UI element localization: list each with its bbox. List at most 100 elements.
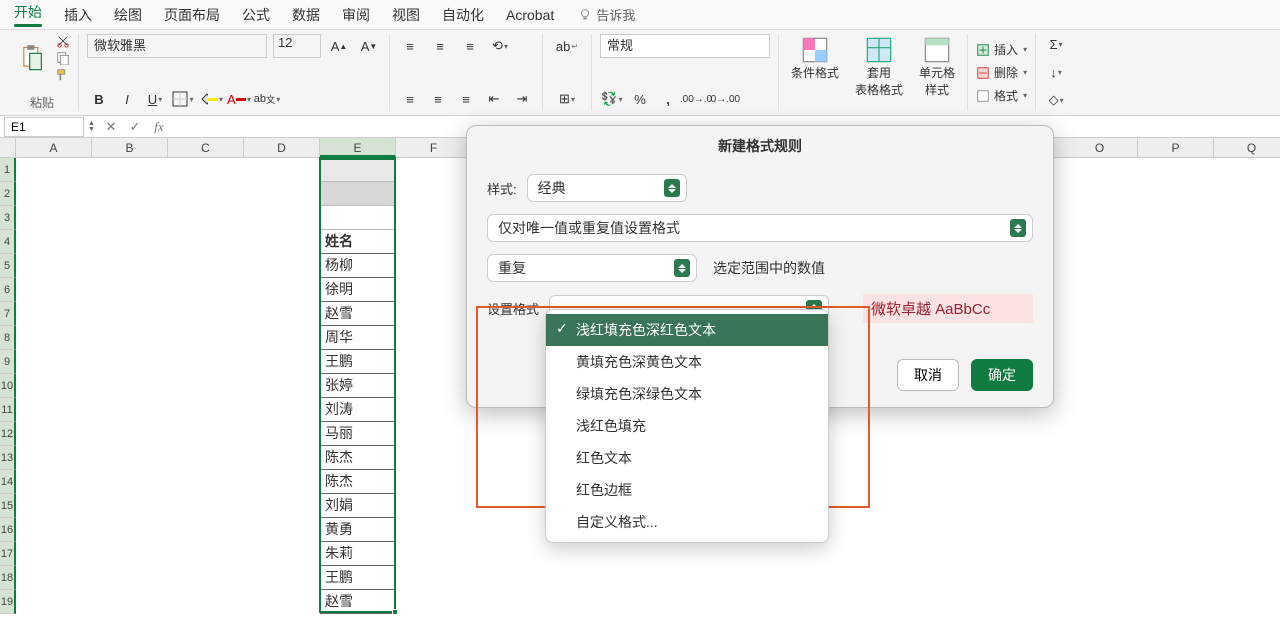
- comma-icon[interactable]: ,: [656, 87, 680, 111]
- cell-E3[interactable]: [320, 206, 396, 230]
- underline-button[interactable]: U▾: [143, 87, 167, 111]
- number-format-select[interactable]: 常规: [600, 34, 770, 58]
- align-right-icon[interactable]: ≡: [454, 87, 478, 111]
- autosum-icon[interactable]: Σ▾: [1044, 34, 1068, 56]
- dd-item-6[interactable]: 自定义格式...: [546, 506, 828, 538]
- select-all-corner[interactable]: [0, 138, 16, 157]
- row-3[interactable]: 3: [0, 206, 16, 230]
- insert-button[interactable]: 插入▾: [976, 41, 1027, 58]
- tab-draw[interactable]: 绘图: [104, 0, 152, 30]
- cell-E1[interactable]: [320, 158, 396, 182]
- col-A[interactable]: A: [16, 138, 92, 157]
- row-4[interactable]: 4: [0, 230, 16, 254]
- dd-item-1[interactable]: 黄填充色深黄色文本: [546, 346, 828, 378]
- currency-icon[interactable]: 💱▾: [600, 87, 624, 111]
- col-P[interactable]: P: [1138, 138, 1214, 157]
- increase-font-icon[interactable]: A▲: [327, 34, 351, 58]
- font-size-select[interactable]: 12: [273, 34, 321, 58]
- dd-item-5[interactable]: 红色边框: [546, 474, 828, 506]
- row-16[interactable]: 16: [0, 518, 16, 542]
- font-name-select[interactable]: 微软雅黑: [87, 34, 267, 58]
- tab-automation[interactable]: 自动化: [432, 0, 494, 30]
- col-B[interactable]: B: [92, 138, 168, 157]
- table-format-button[interactable]: 套用 表格格式: [851, 34, 907, 100]
- dd-item-3[interactable]: 浅红色填充: [546, 410, 828, 442]
- row-1[interactable]: 1: [0, 158, 16, 182]
- conditional-format-button[interactable]: 条件格式: [787, 34, 843, 83]
- clear-icon[interactable]: ◇▾: [1044, 89, 1068, 111]
- accept-formula-icon[interactable]: ✓: [123, 119, 147, 135]
- col-C[interactable]: C: [168, 138, 244, 157]
- row-7[interactable]: 7: [0, 302, 16, 326]
- col-Q[interactable]: Q: [1214, 138, 1280, 157]
- style-select[interactable]: 经典: [527, 174, 687, 202]
- cell-E13[interactable]: 陈杰: [320, 446, 396, 470]
- fx-icon[interactable]: fx: [147, 119, 171, 135]
- phonetic-button[interactable]: ab文▾: [255, 87, 279, 111]
- duplicate-select[interactable]: 重复: [487, 254, 697, 282]
- tell-me[interactable]: 告诉我: [578, 5, 635, 24]
- cell-E9[interactable]: 王鹏: [320, 350, 396, 374]
- cell-E7[interactable]: 赵雪: [320, 302, 396, 326]
- col-F[interactable]: F: [396, 138, 472, 157]
- row-2[interactable]: 2: [0, 182, 16, 206]
- bold-button[interactable]: B: [87, 87, 111, 111]
- decrease-font-icon[interactable]: A▼: [357, 34, 381, 58]
- tab-view[interactable]: 视图: [382, 0, 430, 30]
- row-14[interactable]: 14: [0, 470, 16, 494]
- col-E[interactable]: E: [320, 138, 396, 157]
- tab-home[interactable]: 开始: [4, 0, 52, 32]
- cell-E10[interactable]: 张婷: [320, 374, 396, 398]
- format-button[interactable]: 格式▾: [976, 87, 1027, 104]
- decrease-indent-icon[interactable]: ⇤: [482, 87, 506, 111]
- format-painter-icon[interactable]: [56, 68, 70, 82]
- row-19[interactable]: 19: [0, 590, 16, 614]
- percent-icon[interactable]: %: [628, 87, 652, 111]
- wrap-text-icon[interactable]: ab↵: [551, 34, 583, 58]
- row-15[interactable]: 15: [0, 494, 16, 518]
- cell-E14[interactable]: 陈杰: [320, 470, 396, 494]
- align-top-icon[interactable]: ≡: [398, 34, 422, 58]
- row-12[interactable]: 12: [0, 422, 16, 446]
- increase-indent-icon[interactable]: ⇥: [510, 87, 534, 111]
- row-8[interactable]: 8: [0, 326, 16, 350]
- row-13[interactable]: 13: [0, 446, 16, 470]
- tab-pagelayout[interactable]: 页面布局: [154, 0, 230, 30]
- fill-icon[interactable]: ↓▾: [1044, 62, 1068, 84]
- cancel-formula-icon[interactable]: ✕: [99, 119, 123, 135]
- decrease-decimal-icon[interactable]: .0→.00: [712, 87, 736, 111]
- row-6[interactable]: 6: [0, 278, 16, 302]
- orientation-icon[interactable]: ⟲▾: [488, 34, 512, 58]
- align-bottom-icon[interactable]: ≡: [458, 34, 482, 58]
- cell-E5[interactable]: 杨柳: [320, 254, 396, 278]
- paste-button[interactable]: [14, 42, 50, 74]
- rule-type-select[interactable]: 仅对唯一值或重复值设置格式: [487, 214, 1033, 242]
- fill-color-button[interactable]: ▾: [199, 87, 223, 111]
- cell-style-button[interactable]: 单元格 样式: [915, 34, 959, 100]
- cell-E2[interactable]: [320, 182, 396, 206]
- cell-E17[interactable]: 朱莉: [320, 542, 396, 566]
- row-9[interactable]: 9: [0, 350, 16, 374]
- cell-E18[interactable]: 王鹏: [320, 566, 396, 590]
- copy-icon[interactable]: [56, 51, 70, 65]
- tab-insert[interactable]: 插入: [54, 0, 102, 30]
- cut-icon[interactable]: [56, 34, 70, 48]
- row-18[interactable]: 18: [0, 566, 16, 590]
- tab-formula[interactable]: 公式: [232, 0, 280, 30]
- cell-E15[interactable]: 刘娟: [320, 494, 396, 518]
- ok-button[interactable]: 确定: [971, 359, 1033, 391]
- cell-E12[interactable]: 马丽: [320, 422, 396, 446]
- row-11[interactable]: 11: [0, 398, 16, 422]
- border-button[interactable]: ▾: [171, 87, 195, 111]
- row-5[interactable]: 5: [0, 254, 16, 278]
- row-10[interactable]: 10: [0, 374, 16, 398]
- italic-button[interactable]: I: [115, 87, 139, 111]
- tab-review[interactable]: 审阅: [332, 0, 380, 30]
- cancel-button[interactable]: 取消: [897, 359, 959, 391]
- cell-E6[interactable]: 徐明: [320, 278, 396, 302]
- delete-button[interactable]: 删除▾: [976, 64, 1027, 81]
- dd-item-2[interactable]: 绿填充色深绿色文本: [546, 378, 828, 410]
- row-17[interactable]: 17: [0, 542, 16, 566]
- name-box[interactable]: [4, 117, 84, 137]
- merge-icon[interactable]: ⊞▾: [551, 87, 583, 111]
